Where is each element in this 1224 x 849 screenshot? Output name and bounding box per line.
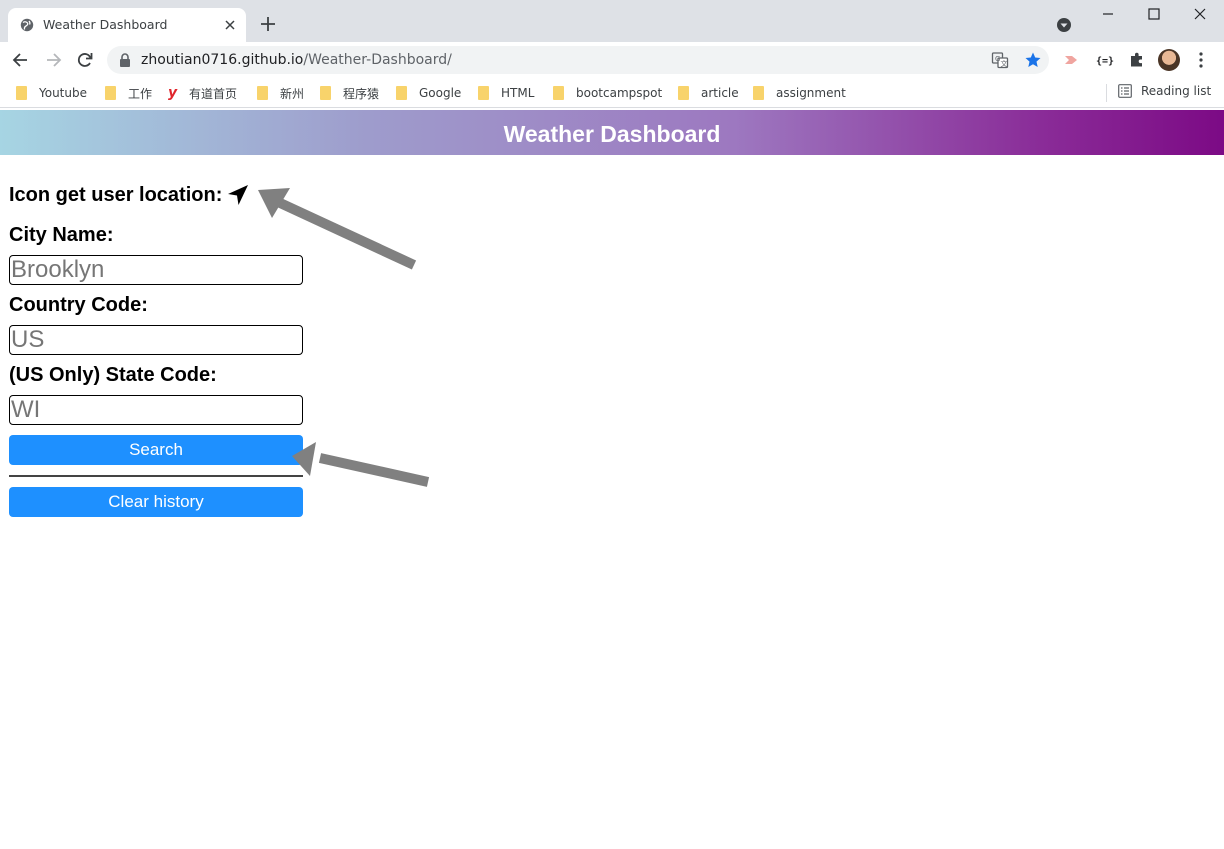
state-input[interactable] bbox=[9, 395, 303, 425]
folder-icon bbox=[478, 86, 489, 100]
folder-icon bbox=[257, 86, 268, 100]
svg-text:文: 文 bbox=[1001, 59, 1008, 68]
clear-history-button[interactable]: Clear history bbox=[9, 487, 303, 517]
kebab-menu-icon[interactable] bbox=[1194, 50, 1208, 70]
url-text[interactable]: zhoutian0716.github.io/Weather-Dashboard… bbox=[141, 52, 452, 68]
bookmark-youtube[interactable]: Youtube bbox=[16, 84, 87, 102]
bookmark-bootcampspot[interactable]: bootcampspot bbox=[553, 84, 662, 102]
location-label: Icon get user location: bbox=[9, 184, 223, 206]
state-label: (US Only) State Code: bbox=[9, 364, 217, 386]
lock-icon[interactable] bbox=[119, 53, 131, 67]
bookmark-label: article bbox=[701, 86, 739, 100]
reload-icon[interactable] bbox=[75, 50, 95, 70]
json-extension-icon[interactable]: {=} bbox=[1095, 50, 1115, 70]
reading-list-icon bbox=[1118, 84, 1132, 98]
star-bookmark-icon[interactable] bbox=[1024, 51, 1042, 69]
reading-list-button[interactable]: Reading list bbox=[1118, 84, 1211, 98]
bookmarks-bar: Youtube 工作 y 有道首页 新州 程序猿 Google HTML boo… bbox=[0, 78, 1224, 108]
folder-icon bbox=[553, 86, 564, 100]
folder-icon bbox=[16, 86, 27, 100]
window-close-icon[interactable] bbox=[1188, 4, 1212, 24]
country-label: Country Code: bbox=[9, 294, 148, 316]
forward-arrow-icon[interactable] bbox=[43, 50, 63, 70]
city-label: City Name: bbox=[9, 224, 114, 246]
tab-search-icon[interactable] bbox=[1054, 15, 1074, 35]
bookmark-label: 工作 bbox=[128, 86, 153, 101]
maximize-icon[interactable] bbox=[1142, 4, 1166, 24]
bookmark-work[interactable]: 工作 bbox=[105, 84, 152, 102]
bookmark-assignment[interactable]: assignment bbox=[753, 84, 846, 102]
bookmark-label: 新州 bbox=[280, 86, 305, 101]
minimize-icon[interactable] bbox=[1096, 4, 1120, 24]
bookmark-article[interactable]: article bbox=[678, 84, 739, 102]
bookmark-xinzhou[interactable]: 新州 bbox=[257, 84, 304, 102]
bookmark-youdao[interactable]: y 有道首页 bbox=[168, 84, 237, 102]
address-bar[interactable]: zhoutian0716.github.io/Weather-Dashboard… bbox=[107, 46, 1049, 74]
header-banner: Weather Dashboard bbox=[0, 110, 1224, 155]
bookmark-label: assignment bbox=[776, 86, 846, 100]
folder-icon bbox=[105, 86, 116, 100]
url-path: /Weather-Dashboard/ bbox=[303, 52, 452, 68]
profile-avatar[interactable] bbox=[1158, 49, 1180, 71]
back-arrow-icon[interactable] bbox=[11, 50, 31, 70]
bookmark-html[interactable]: HTML bbox=[478, 84, 534, 102]
country-input[interactable] bbox=[9, 325, 303, 355]
svg-text:{=}: {=} bbox=[1096, 56, 1114, 67]
bookmark-label: HTML bbox=[501, 86, 535, 100]
browser-tab[interactable]: Weather Dashboard bbox=[8, 8, 246, 42]
youdao-logo-icon: y bbox=[168, 85, 178, 101]
bookmark-label: 程序猿 bbox=[343, 86, 380, 101]
location-arrow-icon[interactable] bbox=[227, 184, 249, 206]
folder-icon bbox=[678, 86, 689, 100]
new-tab-plus-icon[interactable] bbox=[258, 14, 278, 34]
folder-icon bbox=[396, 86, 407, 100]
browser-titlebar: Weather Dashboard bbox=[0, 0, 1224, 42]
annotation-arrow-icon bbox=[258, 188, 417, 270]
bookmark-label: bootcampspot bbox=[576, 86, 663, 100]
bookmark-label: 有道首页 bbox=[189, 86, 238, 101]
puzzle-extensions-icon[interactable] bbox=[1127, 50, 1147, 70]
search-button[interactable]: Search bbox=[9, 435, 303, 465]
bookmark-label: Youtube bbox=[39, 86, 87, 100]
tab-title: Weather Dashboard bbox=[43, 17, 168, 32]
close-tab-icon[interactable] bbox=[222, 17, 238, 33]
bookmark-programmer[interactable]: 程序猿 bbox=[320, 84, 379, 102]
bookmark-google[interactable]: Google bbox=[396, 84, 461, 102]
reading-list-label: Reading list bbox=[1141, 84, 1212, 98]
page-title: Weather Dashboard bbox=[503, 121, 721, 147]
divider bbox=[9, 475, 303, 477]
translate-icon[interactable]: G 文 bbox=[991, 51, 1009, 69]
extension-arrow-icon[interactable] bbox=[1062, 50, 1082, 70]
folder-icon bbox=[320, 86, 331, 100]
url-domain: zhoutian0716.github.io bbox=[141, 52, 304, 68]
annotation-arrow-icon bbox=[292, 442, 430, 487]
bookmark-label: Google bbox=[419, 86, 462, 100]
globe-icon bbox=[20, 18, 34, 32]
browser-toolbar: zhoutian0716.github.io/Weather-Dashboard… bbox=[0, 42, 1224, 78]
folder-icon bbox=[753, 86, 764, 100]
bookmarks-divider bbox=[1106, 84, 1107, 102]
